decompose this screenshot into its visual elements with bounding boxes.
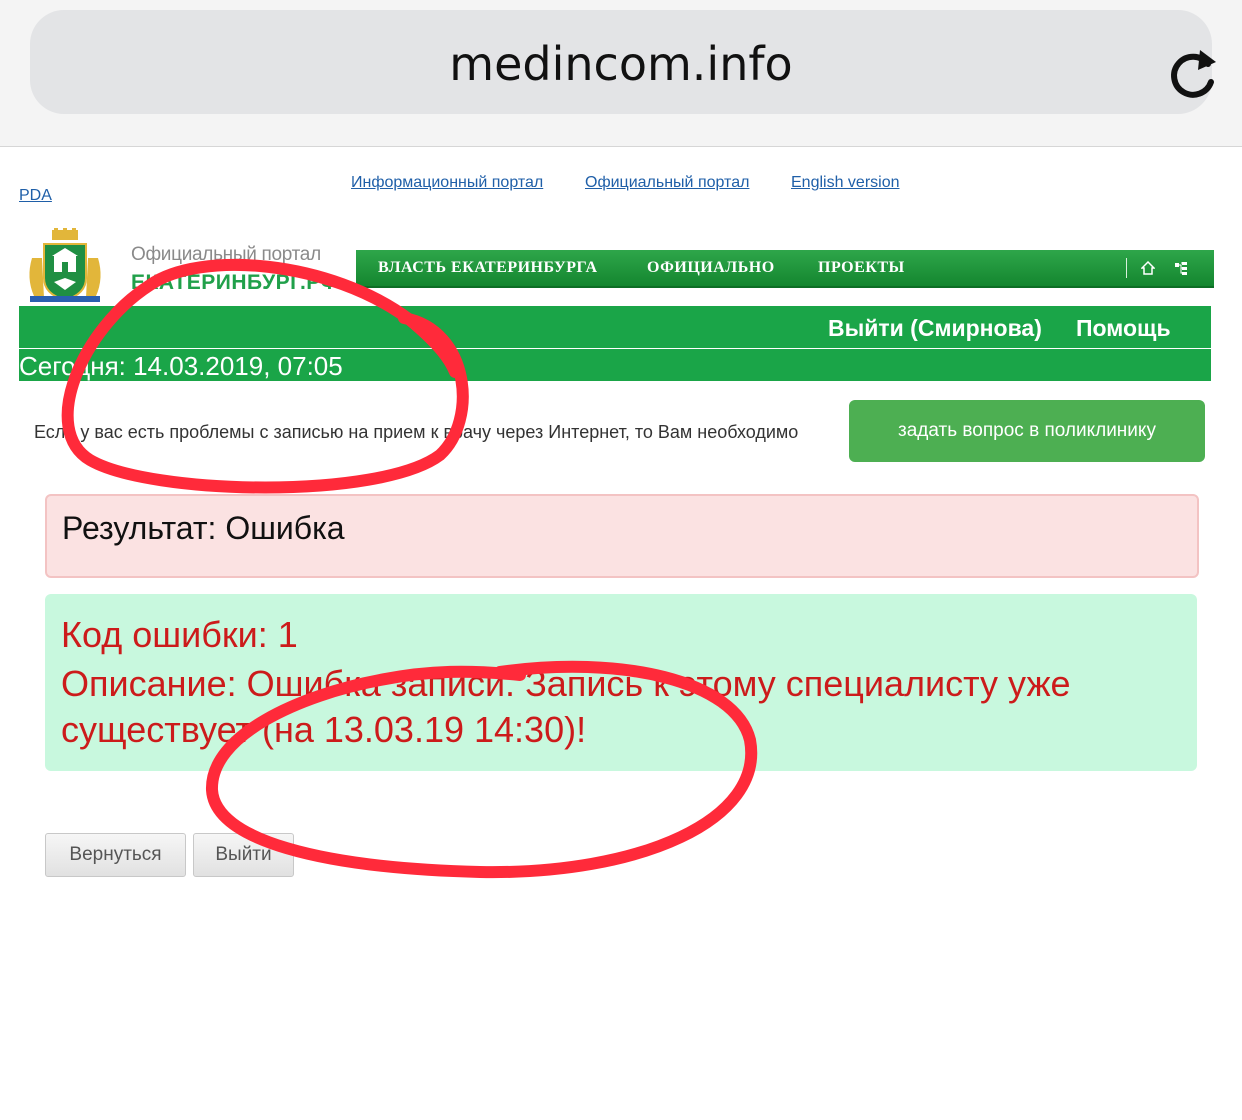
result-status-text: Результат: Ошибка <box>62 510 345 546</box>
info-message: Если у вас есть проблемы с записью на пр… <box>34 422 799 442</box>
error-code-text: Код ошибки: 1 <box>61 614 298 655</box>
error-description-line1: Описание: Ошибка записи. Запись к этому … <box>61 663 1071 704</box>
official-portal-link[interactable]: Официальный портал <box>585 174 749 192</box>
logout-link[interactable]: Выйти (Смирнова) <box>828 315 1042 342</box>
error-description-line2: существует (на 13.03.19 14:30)! <box>61 709 587 750</box>
info-portal-link[interactable]: Информационный портал <box>351 174 543 192</box>
logo-title: Официальный портал <box>131 244 321 265</box>
home-icon[interactable] <box>1141 261 1155 275</box>
nav-item-officially[interactable]: ОФИЦИАЛЬНО <box>647 259 775 277</box>
exit-button[interactable]: Выйти <box>193 833 294 877</box>
nav-divider <box>1126 258 1127 278</box>
url-text[interactable]: medincom.info <box>30 40 1212 88</box>
nav-item-projects[interactable]: ПРОЕКТЫ <box>818 259 905 277</box>
top-navigation: ВЛАСТЬ ЕКАТЕРИНБУРГА ОФИЦИАЛЬНО ПРОЕКТЫ <box>356 250 1214 288</box>
result-alert: Результат: Ошибка <box>45 494 1199 578</box>
english-version-link[interactable]: English version <box>791 174 900 192</box>
browser-toolbar: medincom.info <box>0 0 1242 147</box>
logo-site-name: ЕКАТЕРИНБУРГ.РФ <box>131 271 339 294</box>
back-button[interactable]: Вернуться <box>45 833 186 877</box>
current-date-text: Сегодня: 14.03.2019, 07:05 <box>19 351 343 381</box>
ask-clinic-button[interactable]: задать вопрос в поликлинику <box>849 400 1205 462</box>
user-bar: Выйти (Смирнова) Помощь <box>19 306 1211 348</box>
address-bar[interactable]: medincom.info <box>30 10 1216 114</box>
nav-item-vlast[interactable]: ВЛАСТЬ ЕКАТЕРИНБУРГА <box>378 259 598 277</box>
date-bar: Сегодня: 14.03.2019, 07:05 <box>19 349 1211 381</box>
help-link[interactable]: Помощь <box>1076 315 1171 342</box>
city-coat-of-arms-logo[interactable] <box>24 228 106 304</box>
reload-icon[interactable] <box>1166 44 1220 102</box>
pda-link[interactable]: PDA <box>19 187 52 205</box>
sitemap-icon[interactable] <box>1174 261 1188 275</box>
error-details-box: Код ошибки: 1 Описание: Ошибка записи. З… <box>45 594 1197 771</box>
